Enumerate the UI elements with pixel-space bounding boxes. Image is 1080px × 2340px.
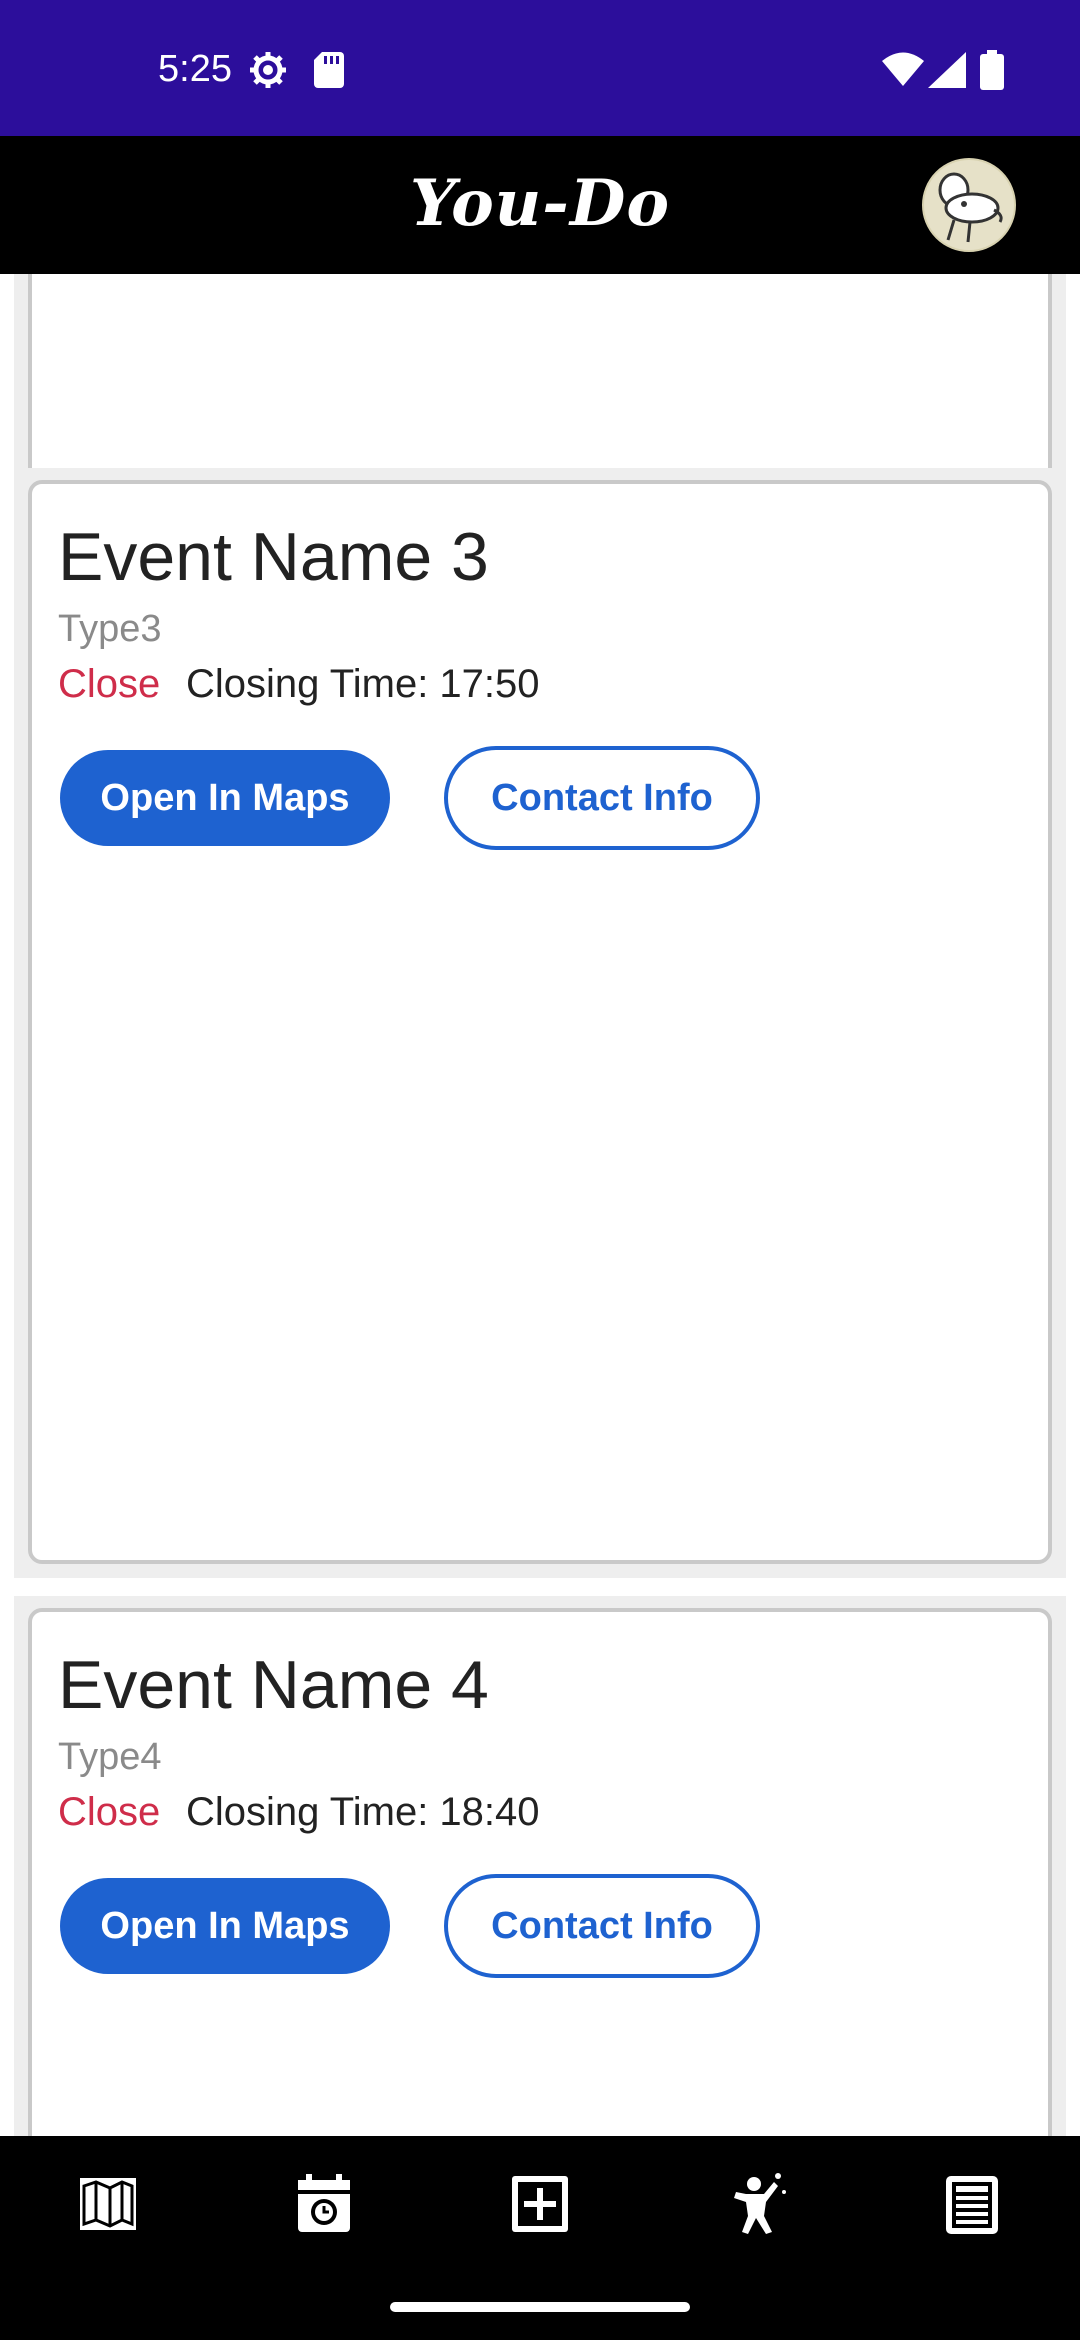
event-type: Type3 (58, 608, 162, 650)
event-card: Event Name 4 Type4 Close Closing Time: 1… (28, 1608, 1052, 2136)
event-name: Event Name 4 (58, 1647, 489, 1723)
sd-card-icon (314, 52, 344, 93)
add-box-icon[interactable] (508, 2172, 572, 2236)
bottom-navigation (0, 2136, 1080, 2340)
profile-avatar[interactable] (922, 158, 1016, 252)
settings-gear-icon (248, 50, 288, 95)
event-status: Close (58, 662, 161, 706)
battery-icon (980, 50, 1004, 95)
event-type: Type4 (58, 1736, 162, 1778)
notes-list-icon[interactable] (940, 2172, 1004, 2236)
event-card-wrap: Event Name 4 Type4 Close Closing Time: 1… (14, 1596, 1066, 2136)
status-bar: 5:25 (0, 0, 1080, 136)
wifi-icon (882, 52, 924, 91)
contact-info-button[interactable]: Contact Info (444, 746, 760, 850)
map-icon[interactable] (76, 2172, 140, 2236)
event-card-wrap: Event Name 3 Type3 Close Closing Time: 1… (14, 468, 1066, 1578)
cell-signal-icon (928, 52, 966, 93)
contact-info-button[interactable]: Contact Info (444, 1874, 760, 1978)
app-title: You-Do (409, 166, 671, 241)
event-list[interactable]: Event Name 3 Type3 Close Closing Time: 1… (0, 274, 1080, 2136)
status-time: 5:25 (158, 48, 232, 90)
event-status: Close (58, 1790, 161, 1834)
open-in-maps-button[interactable]: Open In Maps (60, 750, 390, 846)
app-bar: You-Do (0, 136, 1080, 274)
open-in-maps-button[interactable]: Open In Maps (60, 1878, 390, 1974)
event-closing-time: Closing Time: 18:40 (186, 1790, 540, 1834)
home-indicator[interactable] (390, 2302, 690, 2312)
event-closing-time: Closing Time: 17:50 (186, 662, 540, 706)
person-celebrate-icon[interactable] (724, 2172, 788, 2236)
event-card: Event Name 3 Type3 Close Closing Time: 1… (28, 480, 1052, 1564)
calendar-alarm-icon[interactable] (292, 2172, 356, 2236)
event-name: Event Name 3 (58, 519, 489, 595)
